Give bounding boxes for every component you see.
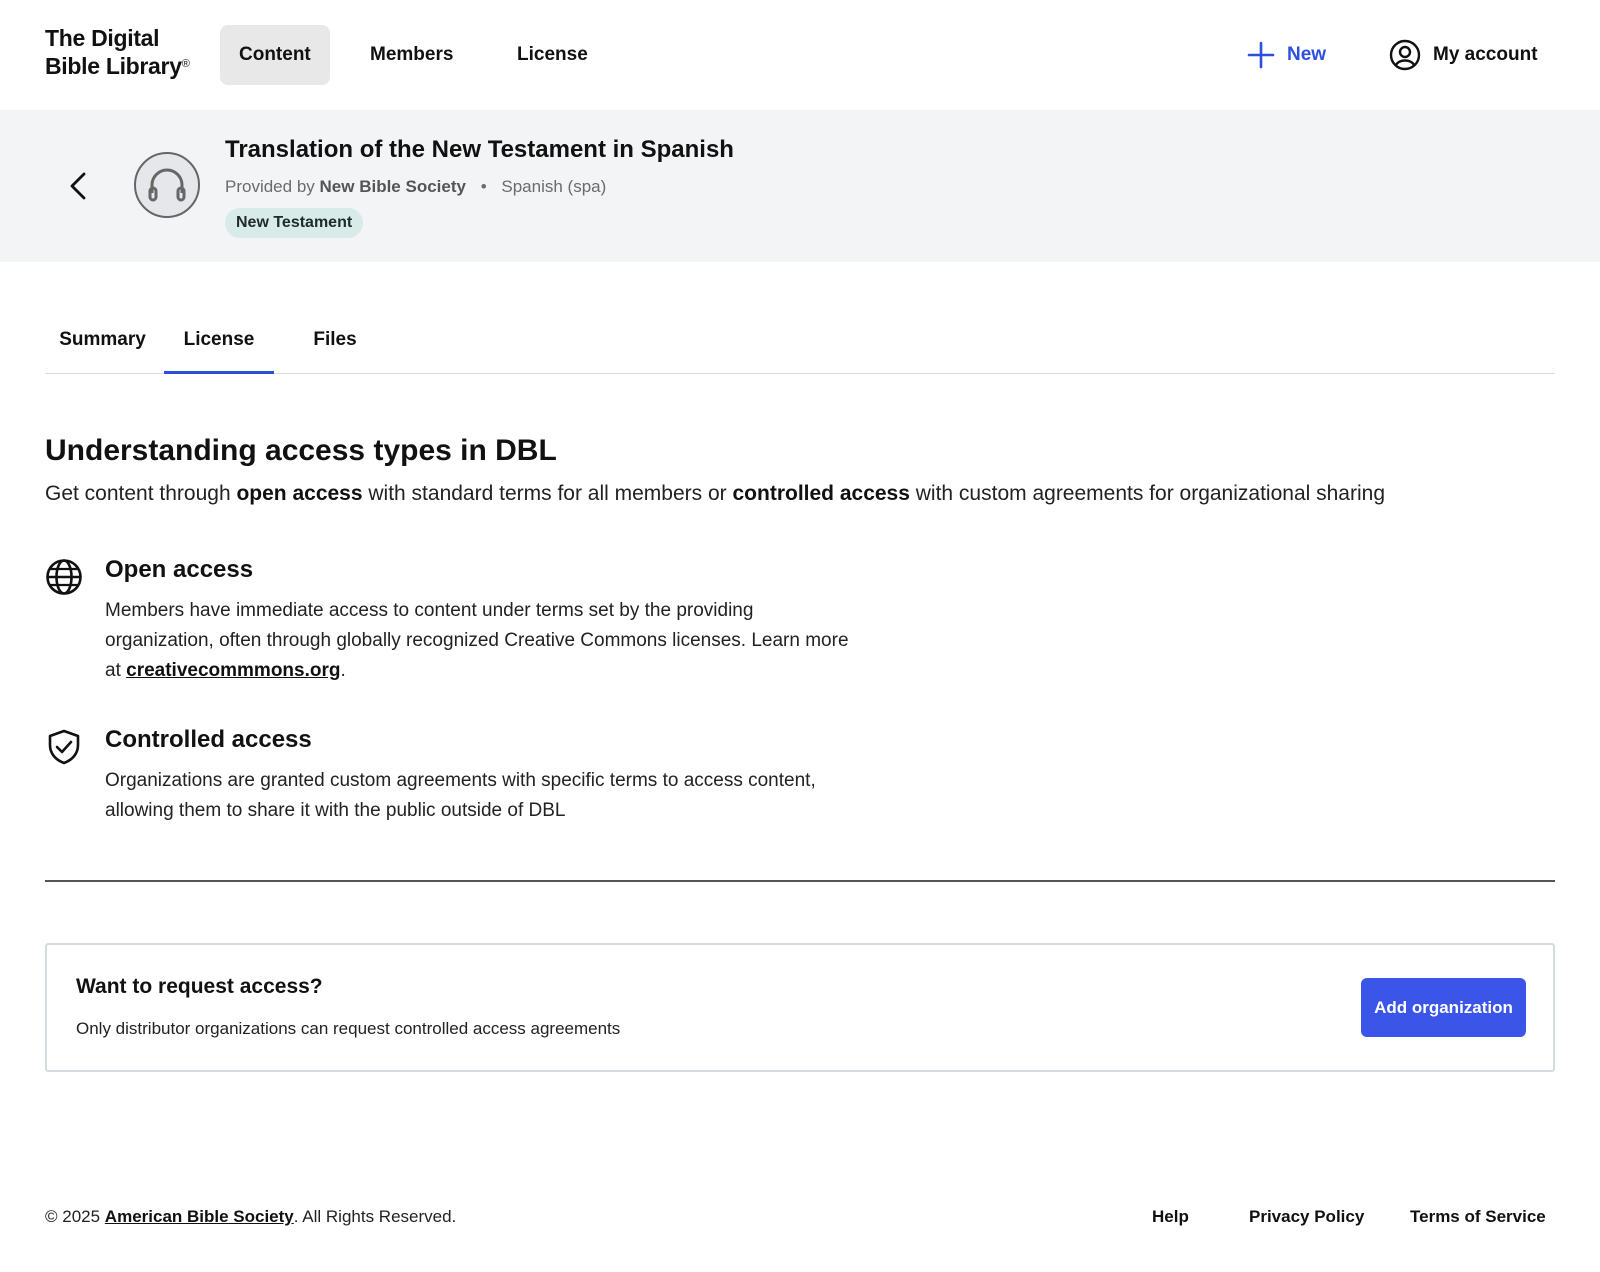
footer-privacy-link[interactable]: Privacy Policy: [1249, 1207, 1364, 1227]
content-meta: Provided by New Bible Society • Spanish …: [225, 177, 606, 197]
top-navigation: The Digital Bible Library® Content Membe…: [0, 0, 1600, 110]
testament-tag: New Testament: [225, 208, 364, 238]
my-account-label: My account: [1433, 44, 1538, 65]
intro-text: Get content through open access with sta…: [45, 482, 1385, 506]
new-button[interactable]: New: [1247, 36, 1326, 74]
logo[interactable]: The Digital Bible Library®: [45, 24, 190, 80]
american-bible-society-link[interactable]: American Bible Society: [105, 1207, 294, 1226]
headphones-icon: [148, 168, 186, 202]
intro-controlled-access: controlled access: [732, 482, 910, 505]
controlled-access-description: Organizations are granted custom agreeme…: [105, 770, 816, 821]
logo-line-2: Bible Library®: [45, 52, 190, 80]
request-access-card: Want to request access? Only distributor…: [45, 943, 1555, 1072]
logo-line-1: The Digital: [45, 25, 160, 51]
plus-icon: [1247, 41, 1275, 69]
nav-tab-members[interactable]: Members: [351, 25, 472, 85]
chevron-left-icon: [70, 172, 86, 200]
intro-part-1: Get content through: [45, 482, 237, 505]
add-organization-button[interactable]: Add organization: [1361, 978, 1526, 1037]
provided-by-prefix: Provided by: [225, 177, 315, 196]
media-type-avatar: [134, 152, 200, 218]
request-access-title: Want to request access?: [76, 975, 323, 998]
meta-separator: •: [480, 177, 487, 196]
new-button-label: New: [1287, 44, 1327, 65]
footer-terms-link[interactable]: Terms of Service: [1410, 1207, 1546, 1227]
creative-commons-link[interactable]: creativecommmons.org: [126, 660, 340, 681]
language-label: Spanish (spa): [501, 177, 607, 196]
provider-name: New Bible Society: [319, 177, 466, 196]
footer-copyright: © 2025 American Bible Society. All Right…: [45, 1207, 456, 1227]
open-access-description: Members have immediate access to content…: [105, 596, 865, 686]
controlled-access-section: Controlled access Organizations are gran…: [45, 726, 905, 826]
shield-check-icon: [48, 729, 80, 765]
request-access-subtitle: Only distributor organizations can reque…: [76, 1019, 621, 1038]
copyright-suffix: . All Rights Reserved.: [293, 1207, 457, 1226]
open-access-desc-end: .: [340, 660, 346, 681]
tab-license[interactable]: License: [164, 300, 274, 374]
open-access-title: Open access: [105, 556, 254, 583]
section-heading: Understanding access types in DBL: [45, 434, 557, 467]
controlled-access-title: Controlled access: [105, 726, 312, 753]
globe-icon: [46, 559, 82, 595]
content-header: Translation of the New Testament in Span…: [0, 110, 1600, 262]
tab-summary[interactable]: Summary: [45, 300, 160, 374]
registered-mark: ®: [181, 58, 190, 70]
back-button[interactable]: [62, 165, 94, 207]
section-divider: [45, 880, 1555, 882]
intro-part-3: with custom agreements for organizationa…: [909, 482, 1385, 505]
footer-help-link[interactable]: Help: [1152, 1207, 1189, 1227]
content-tabs: Summary License Files: [45, 300, 1555, 374]
my-account-button[interactable]: My account: [1389, 36, 1538, 74]
tab-files[interactable]: Files: [295, 300, 375, 374]
intro-open-access: open access: [236, 482, 363, 505]
open-access-section: Open access Members have immediate acces…: [45, 556, 905, 686]
copyright-prefix: © 2025: [45, 1207, 105, 1226]
page-title: Translation of the New Testament in Span…: [225, 136, 734, 163]
nav-tab-content[interactable]: Content: [220, 25, 330, 85]
intro-part-2: with standard terms for all members or: [362, 482, 733, 505]
logo-line-2-text: Bible Library: [45, 53, 182, 79]
user-circle-icon: [1389, 39, 1421, 71]
nav-tab-license[interactable]: License: [498, 25, 607, 85]
